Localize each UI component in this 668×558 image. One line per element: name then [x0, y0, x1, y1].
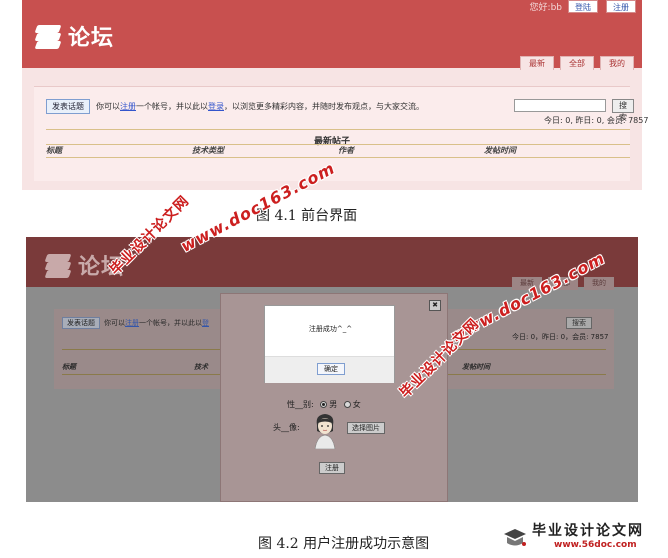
tab-mine: 我的 — [584, 277, 614, 290]
login-link[interactable]: 登录 — [208, 102, 224, 111]
success-alert: 注册成功^_^ 确定 — [264, 305, 395, 383]
forum-logo[interactable]: 论坛 — [34, 20, 114, 52]
female-label: 女 — [352, 400, 361, 409]
success-message: 注册成功^_^ — [308, 325, 353, 333]
tab-mine[interactable]: 我的 — [600, 56, 634, 70]
column-tech-type: 技术类型 — [192, 146, 224, 155]
male-label: 男 — [329, 400, 338, 409]
column-author: 作者 — [338, 146, 354, 155]
login-button[interactable]: 登陆 — [568, 0, 598, 13]
stack-logo-icon — [44, 252, 72, 278]
intro-text: 你可以注册一个帐号，并以此以登录，以浏览更多精彩内容，并随时发布观点，与大家交流… — [96, 102, 424, 111]
gender-label: 性__别: — [287, 400, 314, 409]
forum-header: 论坛 您好:bb 登陆 注册 最新 全部 我的 — [22, 0, 642, 70]
column-post-time: 发帖时间 — [484, 146, 516, 155]
divider — [46, 129, 630, 130]
corner-logo: 毕业设计论文网 www.56doc.com — [498, 520, 658, 556]
welcome-text: 您好:bb — [529, 3, 562, 13]
post-topic-button[interactable]: 发表话题 — [46, 99, 90, 114]
column-title: 标题 — [62, 363, 76, 371]
close-icon[interactable]: ✖ — [429, 300, 441, 311]
ok-button[interactable]: 确定 — [317, 363, 345, 375]
register-link[interactable]: 注册 — [120, 102, 136, 111]
male-radio[interactable] — [320, 401, 328, 408]
post-topic-button: 发表话题 — [62, 317, 100, 329]
register-button[interactable]: 注册 — [606, 0, 636, 13]
corner-url: www.56doc.com — [554, 540, 637, 550]
login-link: 登 — [202, 319, 209, 327]
search-button[interactable]: 搜索 — [612, 99, 634, 122]
column-title: 标题 — [46, 146, 62, 155]
submit-register-button[interactable]: 注册 — [319, 462, 345, 474]
search-button: 搜索 — [566, 317, 592, 329]
choose-image-button[interactable]: 选择图片 — [347, 422, 385, 434]
corner-title: 毕业设计论文网 — [532, 523, 644, 539]
book-logo-icon — [504, 529, 526, 546]
female-radio[interactable] — [343, 401, 351, 408]
register-link: 注册 — [125, 319, 139, 327]
gender-field: 性__别: 男 女 — [287, 399, 361, 410]
tab-all[interactable]: 全部 — [560, 56, 594, 70]
tab-latest[interactable]: 最新 — [520, 56, 554, 70]
intro-text: 你可以注册一个帐号，并以此以登 — [104, 319, 209, 327]
stack-logo-icon — [34, 23, 62, 49]
search-input[interactable] — [514, 99, 606, 112]
forum-tabs: 最新 全部 我的 — [520, 56, 634, 70]
divider — [46, 157, 630, 158]
column-post-time: 发帖时间 — [462, 363, 490, 371]
app-title: 论坛 — [68, 26, 115, 51]
avatar-label: 头__像: — [273, 423, 300, 432]
section-title: 最新帖子 — [313, 137, 350, 147]
forum-stats: 今日: 0，昨日: 0，会员: 7857 — [512, 333, 609, 341]
forum-stats: 今日: 0, 昨日: 0, 会员: 7857 — [544, 116, 649, 125]
figure-front-page: 论坛 您好:bb 登陆 注册 最新 全部 我的 发表话题 你可以注册一个帐号，并… — [22, 0, 648, 190]
column-tech-type: 技术 — [194, 363, 208, 371]
avatar-image — [314, 414, 336, 449]
caption-figure-4-2: 图 4.2 用户注册成功示意图 — [258, 536, 430, 552]
